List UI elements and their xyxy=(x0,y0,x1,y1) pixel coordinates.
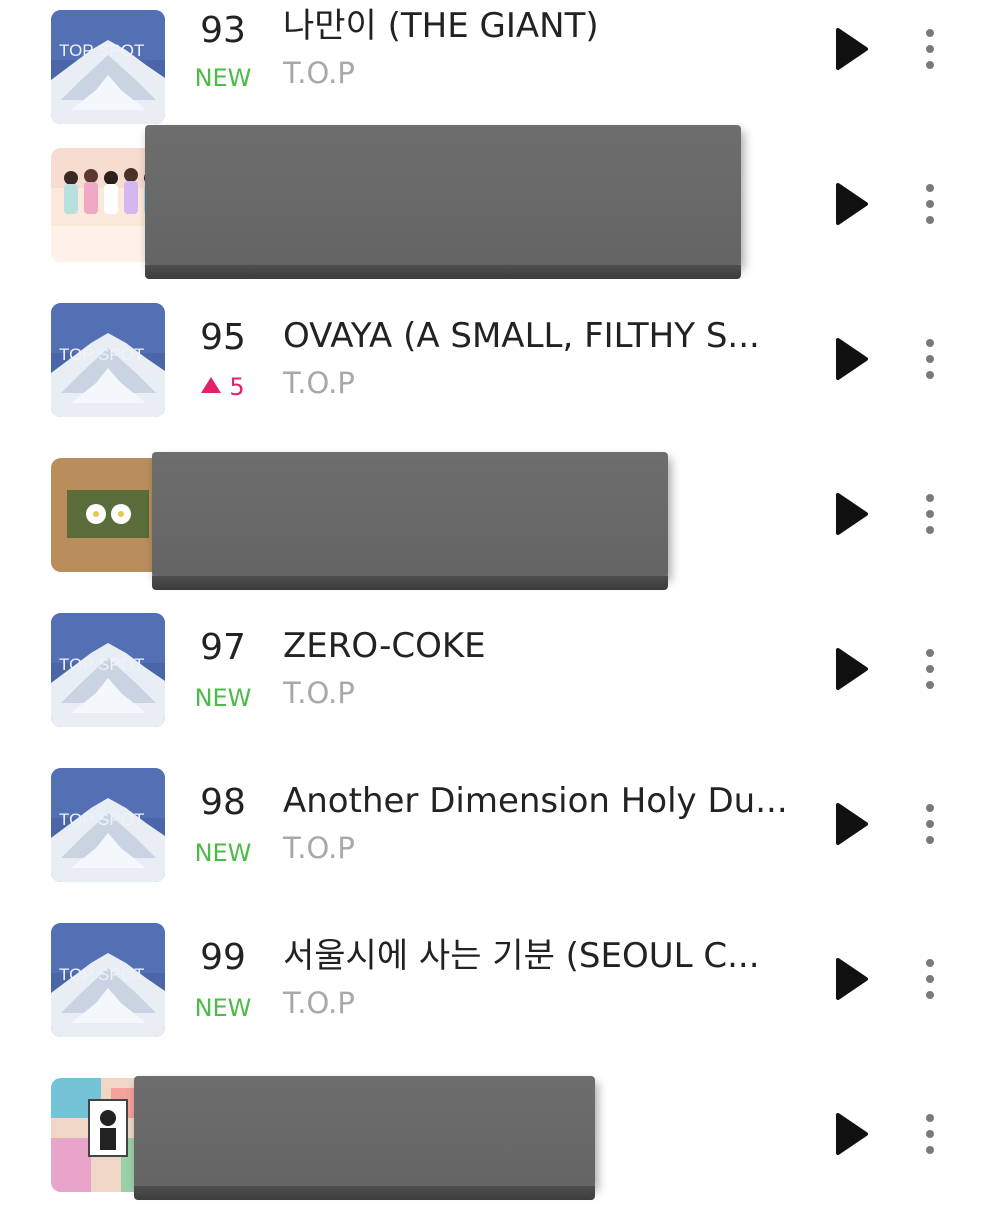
album-art[interactable] xyxy=(51,458,165,572)
rank-number: 97 xyxy=(200,627,246,668)
rank-number: 93 xyxy=(200,10,246,51)
chart-row[interactable] xyxy=(0,125,986,285)
play-icon[interactable] xyxy=(832,1110,872,1158)
rank-change-badge: NEW xyxy=(194,994,252,1022)
rank-number: 99 xyxy=(200,937,246,978)
rank-change-value: 5 xyxy=(229,373,245,401)
rank-change-badge: NEW xyxy=(194,684,252,712)
album-art-text: TOP SPOT xyxy=(59,345,144,364)
album-art-text: TOP SPOT xyxy=(59,655,144,674)
album-art-text: TOP SPOT xyxy=(59,965,144,984)
song-title[interactable]: 서울시에 사는 기분 (SEOUL C... xyxy=(283,935,793,977)
rank-change-badge: NEW xyxy=(194,839,252,867)
redaction-block xyxy=(145,125,741,279)
rank-change-badge: 5 xyxy=(172,372,274,402)
more-vertical-icon[interactable] xyxy=(910,335,950,383)
artist-name[interactable]: T.O.P xyxy=(283,985,355,1021)
chart-row[interactable] xyxy=(0,440,986,595)
album-art[interactable]: TOP SPOT xyxy=(51,10,165,124)
more-vertical-icon[interactable] xyxy=(910,800,950,848)
play-icon[interactable] xyxy=(832,645,872,693)
album-art[interactable]: TOP SPOT xyxy=(51,303,165,417)
song-title[interactable]: ZERO-COKE xyxy=(283,625,793,667)
more-vertical-icon[interactable] xyxy=(910,490,950,538)
song-title[interactable]: OVAYA (A SMALL, FILTHY S... xyxy=(283,315,793,357)
play-icon[interactable] xyxy=(832,490,872,538)
artist-name[interactable]: T.O.P xyxy=(283,365,355,401)
album-art-text: TOP SPOT xyxy=(59,41,144,60)
more-vertical-icon[interactable] xyxy=(910,955,950,1003)
album-art-text: TOP SPOT xyxy=(59,810,144,829)
rank-up-icon xyxy=(201,377,222,393)
more-vertical-icon[interactable] xyxy=(910,180,950,228)
chart-row[interactable]: TOP SPOT 99 NEW 서울시에 사는 기분 (SEOUL C... T… xyxy=(0,905,986,1060)
artist-name[interactable]: T.O.P xyxy=(283,55,355,91)
play-icon[interactable] xyxy=(832,955,872,1003)
chart-list: TOP SPOT 93 NEW 나만이 (THE GIANT) T.O.P TO… xyxy=(0,0,986,1200)
rank-change-badge: NEW xyxy=(194,64,252,92)
redaction-block xyxy=(134,1076,595,1200)
song-title[interactable]: 나만이 (THE GIANT) xyxy=(283,5,793,47)
album-art[interactable]: TOP SPOT xyxy=(51,923,165,1037)
redaction-block xyxy=(152,452,668,590)
play-icon[interactable] xyxy=(832,180,872,228)
album-art[interactable]: TOP SPOT xyxy=(51,613,165,727)
more-vertical-icon[interactable] xyxy=(910,1110,950,1158)
artist-name[interactable]: T.O.P xyxy=(283,830,355,866)
chart-row[interactable]: TOP SPOT 97 NEW ZERO-COKE T.O.P xyxy=(0,595,986,750)
play-icon[interactable] xyxy=(832,335,872,383)
more-vertical-icon[interactable] xyxy=(910,25,950,73)
song-title[interactable]: Another Dimension Holy Du... xyxy=(283,780,793,822)
chart-row[interactable]: TOP SPOT 93 NEW 나만이 (THE GIANT) T.O.P xyxy=(0,0,986,130)
artist-name[interactable]: T.O.P xyxy=(283,675,355,711)
more-vertical-icon[interactable] xyxy=(910,645,950,693)
play-icon[interactable] xyxy=(832,25,872,73)
rank-number: 98 xyxy=(200,782,246,823)
album-art[interactable]: TOP SPOT xyxy=(51,768,165,882)
rank-number: 95 xyxy=(200,317,246,358)
chart-row[interactable]: TOP SPOT 95 5 OVAYA (A SMALL, FILTHY S..… xyxy=(0,285,986,440)
chart-row[interactable]: TOP SPOT 98 NEW Another Dimension Holy D… xyxy=(0,750,986,905)
chart-row[interactable] xyxy=(0,1060,986,1215)
play-icon[interactable] xyxy=(832,800,872,848)
